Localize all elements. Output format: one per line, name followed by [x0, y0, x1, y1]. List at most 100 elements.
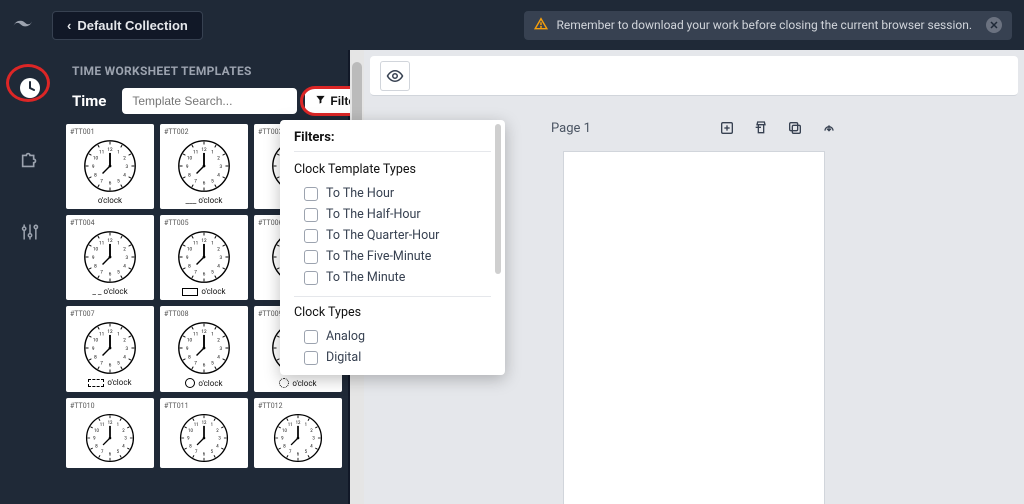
filter-option-label: To The Minute	[326, 270, 405, 285]
filter-option[interactable]: To The Hour	[294, 183, 491, 204]
template-id: #TT004	[70, 219, 95, 227]
brand-logo	[12, 11, 40, 39]
svg-text:5: 5	[211, 178, 214, 184]
svg-text:5: 5	[117, 360, 120, 366]
checkbox-icon	[304, 250, 318, 264]
dropdown-scrollbar[interactable]	[495, 124, 503, 371]
svg-text:12: 12	[201, 329, 207, 335]
filter-option-label: To The Five-Minute	[326, 249, 431, 264]
template-card[interactable]: #TT008121234567891011o'clock	[160, 306, 248, 392]
svg-text:1: 1	[117, 240, 120, 246]
svg-text:1: 1	[211, 149, 214, 155]
svg-text:3: 3	[219, 346, 222, 352]
chevron-left-icon: ‹	[67, 18, 71, 33]
filter-option[interactable]: To The Quarter-Hour	[294, 225, 491, 246]
template-card[interactable]: #TT012121234567891011	[254, 398, 342, 468]
template-id: #TT005	[164, 219, 189, 227]
filter-option[interactable]: Analog	[294, 326, 491, 347]
filter-option-label: To The Quarter-Hour	[326, 228, 439, 243]
svg-text:3: 3	[219, 255, 222, 261]
template-card[interactable]: #TT011121234567891011	[160, 398, 248, 468]
svg-text:5: 5	[211, 360, 214, 366]
nav-time-button[interactable]	[12, 70, 48, 106]
svg-text:12: 12	[296, 421, 301, 426]
svg-text:6: 6	[109, 363, 112, 369]
svg-text:10: 10	[187, 337, 193, 343]
svg-text:3: 3	[219, 164, 222, 170]
svg-text:8: 8	[188, 263, 191, 269]
category-label: Time	[72, 92, 106, 110]
svg-text:1: 1	[211, 331, 214, 337]
topbar: ‹ Default Collection Remember to downloa…	[0, 0, 1024, 50]
checkbox-icon	[304, 229, 318, 243]
svg-text:9: 9	[92, 255, 95, 261]
nav-sliders-button[interactable]	[12, 214, 48, 250]
svg-text:11: 11	[99, 149, 104, 155]
filter-dropdown: Filters: Clock Template Types To The Hour…	[280, 120, 505, 375]
template-card[interactable]: #TT004121234567891011_ _ o'clock	[66, 215, 154, 300]
template-card[interactable]: #TT007121234567891011o'clock	[66, 306, 154, 392]
preview-button[interactable]	[380, 61, 410, 91]
download-page-button[interactable]	[821, 120, 837, 136]
svg-text:5: 5	[117, 269, 120, 275]
svg-text:1: 1	[117, 149, 120, 155]
template-card[interactable]: #TT001121234567891011o'clock	[66, 124, 154, 209]
svg-text:8: 8	[94, 263, 97, 269]
svg-text:12: 12	[201, 147, 207, 153]
filter-option[interactable]: To The Five-Minute	[294, 246, 491, 267]
warning-icon	[534, 17, 548, 34]
svg-text:3: 3	[125, 346, 128, 352]
dropdown-scrollbar-thumb[interactable]	[495, 124, 501, 274]
filter-option[interactable]: To The Half-Hour	[294, 204, 491, 225]
collection-button[interactable]: ‹ Default Collection	[52, 11, 203, 40]
svg-text:10: 10	[94, 429, 99, 434]
filter-group-title: Clock Types	[294, 305, 491, 320]
template-id: #TT008	[164, 310, 189, 318]
svg-text:8: 8	[188, 354, 191, 360]
filter-option[interactable]: Digital	[294, 347, 491, 368]
svg-text:2: 2	[123, 337, 126, 343]
svg-text:12: 12	[108, 421, 113, 426]
svg-text:3: 3	[125, 164, 128, 170]
svg-text:7: 7	[100, 269, 103, 275]
svg-text:8: 8	[94, 172, 97, 178]
svg-text:12: 12	[107, 238, 113, 244]
svg-text:11: 11	[193, 149, 198, 155]
svg-text:2: 2	[123, 155, 126, 161]
svg-text:2: 2	[123, 246, 126, 252]
svg-text:1: 1	[117, 331, 120, 337]
template-card[interactable]: #TT010121234567891011	[66, 398, 154, 468]
template-id: #TT001	[70, 128, 95, 136]
nav-puzzle-button[interactable]	[12, 142, 48, 178]
svg-text:7: 7	[100, 360, 103, 366]
filter-title: Filters:	[294, 130, 491, 152]
add-page-button[interactable]	[719, 120, 735, 136]
dismiss-warning-button[interactable]: ✕	[986, 17, 1002, 33]
svg-text:11: 11	[193, 240, 198, 246]
template-card[interactable]: #TT005121234567891011o'clock	[160, 215, 248, 300]
svg-text:1: 1	[117, 423, 119, 428]
copy-page-button[interactable]	[787, 120, 803, 136]
filter-option[interactable]: To The Minute	[294, 267, 491, 288]
delete-page-button[interactable]	[753, 120, 769, 136]
svg-text:7: 7	[194, 178, 197, 184]
template-id: #TT006	[258, 219, 283, 227]
filter-group-title: Clock Template Types	[294, 162, 491, 177]
worksheet-page[interactable]	[564, 152, 824, 504]
svg-text:3: 3	[125, 255, 128, 261]
page-label: Page 1	[551, 121, 591, 136]
filter-option-label: Analog	[326, 329, 365, 344]
svg-text:4: 4	[217, 263, 220, 269]
svg-text:1: 1	[211, 240, 214, 246]
svg-text:10: 10	[188, 429, 193, 434]
svg-text:12: 12	[201, 238, 207, 244]
template-card[interactable]: #TT002121234567891011___ o'clock	[160, 124, 248, 209]
checkbox-icon	[304, 351, 318, 365]
filter-option-label: Digital	[326, 350, 361, 365]
svg-text:5: 5	[211, 269, 214, 275]
template-search-input[interactable]	[122, 88, 297, 114]
svg-text:10: 10	[187, 155, 193, 161]
funnel-icon	[315, 94, 326, 108]
svg-text:4: 4	[217, 172, 220, 178]
svg-text:4: 4	[217, 354, 220, 360]
